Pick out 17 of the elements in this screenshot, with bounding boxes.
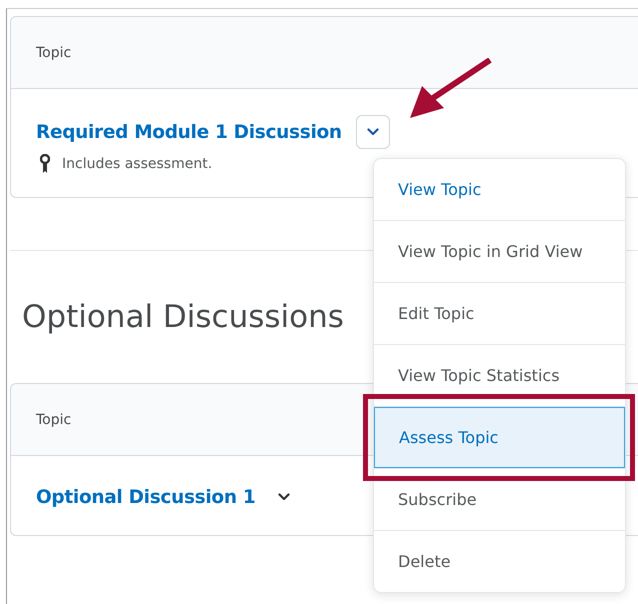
menu-item[interactable]: View Topic	[374, 159, 625, 220]
section-heading: Optional Discussions	[22, 298, 344, 337]
menu-item[interactable]: Subscribe	[374, 469, 625, 530]
menu-item[interactable]: Edit Topic	[374, 283, 625, 344]
menu-item[interactable]: View Topic in Grid View	[374, 221, 625, 282]
award-icon	[40, 154, 50, 174]
menu-item[interactable]: View Topic Statistics	[374, 345, 625, 406]
chevron-icon	[278, 493, 290, 501]
assessment-note: Includes assessment.	[62, 156, 212, 172]
column-header: Topic	[36, 44, 72, 60]
dropdown-button[interactable]	[356, 115, 390, 149]
topic-link[interactable]: Required Module 1 Discussion	[36, 122, 342, 142]
menu-item[interactable]: Assess Topic	[374, 407, 625, 468]
menu-item[interactable]: Delete	[374, 531, 625, 592]
chevron-icon	[366, 128, 379, 136]
topic-link[interactable]: Optional Discussion 1	[36, 486, 256, 508]
column-header: Topic	[36, 412, 72, 428]
